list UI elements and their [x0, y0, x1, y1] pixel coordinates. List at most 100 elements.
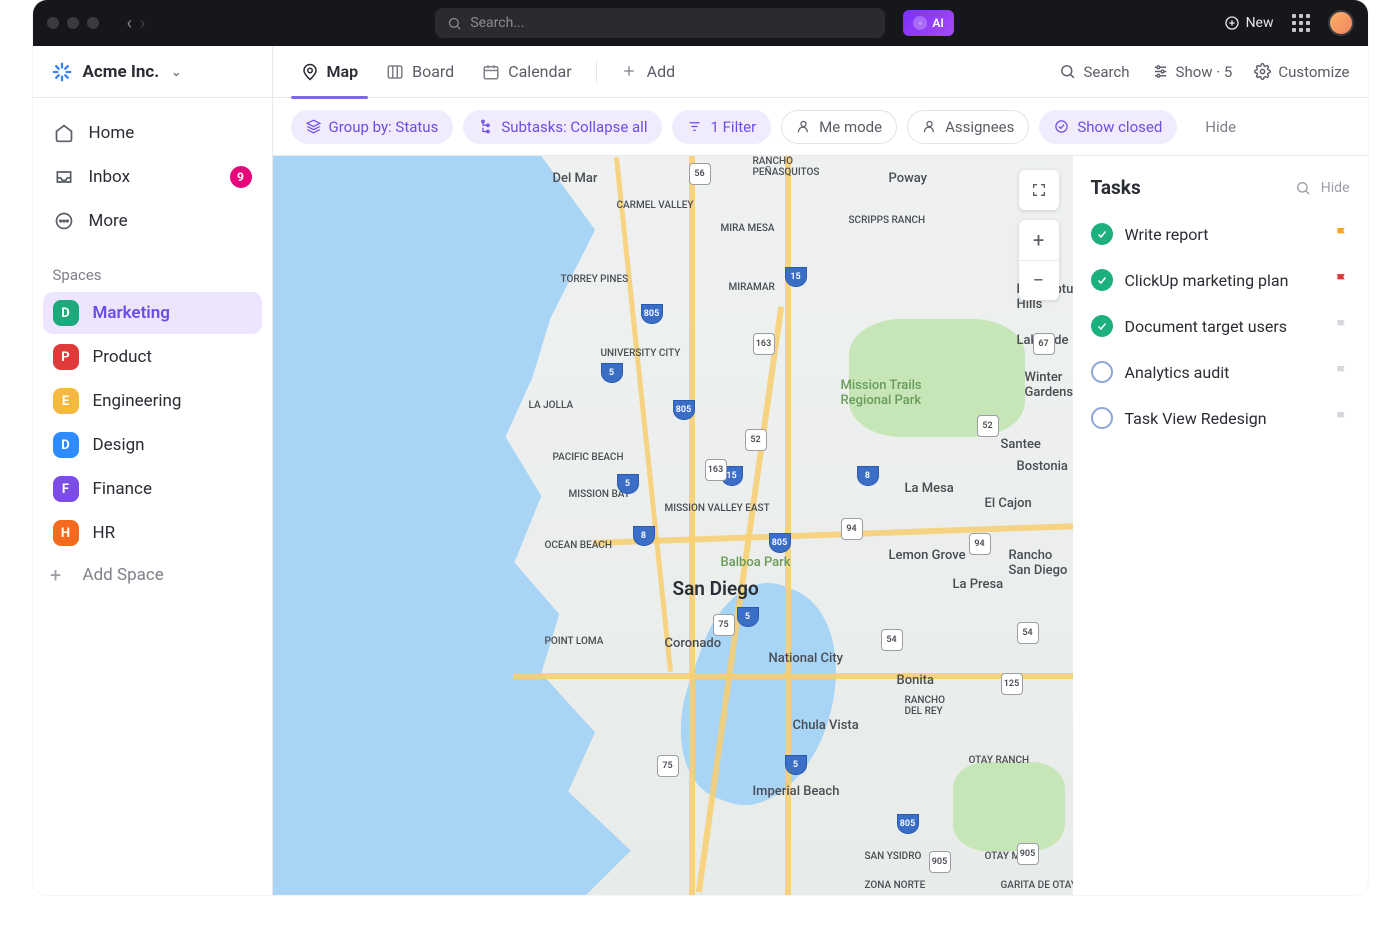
priority-flag-icon[interactable]: [1334, 272, 1350, 288]
priority-flag-icon[interactable]: [1334, 318, 1350, 334]
space-badge: P: [53, 344, 79, 370]
show-closed-chip[interactable]: Show closed: [1039, 110, 1177, 144]
route-shield: 67: [1033, 333, 1055, 355]
route-shield: 52: [977, 415, 999, 437]
gear-icon: [1254, 63, 1271, 80]
user-avatar[interactable]: [1328, 10, 1354, 36]
task-title: Document target users: [1125, 317, 1322, 336]
plus-icon: [621, 63, 639, 81]
city-bonita: Bonita: [897, 673, 934, 688]
space-badge: E: [53, 388, 79, 414]
city-ocean-beach: OCEAN BEACH: [545, 540, 612, 551]
city-rancho-sd: Rancho San Diego: [1009, 548, 1068, 578]
city-el-cajon: El Cajon: [985, 496, 1032, 511]
city-scripps: SCRIPPS RANCH: [849, 215, 926, 226]
sidebar-space-hr[interactable]: HHR: [43, 512, 262, 554]
nav-home[interactable]: Home: [43, 112, 262, 154]
city-point-loma: POINT LOMA: [545, 636, 604, 647]
global-search[interactable]: Search...: [435, 8, 885, 38]
nav-inbox[interactable]: Inbox 9: [43, 156, 262, 198]
sidebar-space-product[interactable]: PProduct: [43, 336, 262, 378]
status-open-icon[interactable]: [1091, 361, 1113, 383]
city-miramar: MIRAMAR: [729, 282, 775, 293]
route-shield: 125: [1001, 673, 1023, 695]
plus-icon: +: [43, 562, 69, 588]
map-canvas[interactable]: San Diego Del Mar Poway LA JOLLA CARMEL …: [273, 156, 1073, 895]
status-done-icon[interactable]: [1091, 269, 1113, 291]
hide-filters[interactable]: Hide: [1205, 118, 1236, 136]
nav-back[interactable]: ‹: [127, 13, 132, 34]
route-shield: 94: [841, 518, 863, 540]
close-dot[interactable]: [47, 17, 59, 29]
add-space-button[interactable]: + Add Space: [33, 554, 272, 596]
route-shield: 163: [753, 333, 775, 355]
status-done-icon[interactable]: [1091, 315, 1113, 337]
task-title: Write report: [1125, 225, 1322, 244]
city-chula-vista: Chula Vista: [793, 718, 859, 733]
inbox-badge: 9: [230, 166, 252, 188]
status-open-icon[interactable]: [1091, 407, 1113, 429]
task-row[interactable]: Write report: [1091, 211, 1350, 257]
new-button[interactable]: New: [1224, 15, 1274, 31]
city-lemon-grove: Lemon Grove: [889, 548, 966, 563]
inbox-icon: [53, 166, 75, 188]
status-done-icon[interactable]: [1091, 223, 1113, 245]
priority-flag-icon[interactable]: [1334, 364, 1350, 380]
workspace-switcher[interactable]: Acme Inc. ⌄: [33, 46, 272, 98]
search-icon[interactable]: [1295, 180, 1311, 196]
tab-board[interactable]: Board: [376, 46, 464, 98]
hwy-shield: 15: [785, 267, 807, 287]
view-show[interactable]: Show · 5: [1152, 63, 1233, 81]
minimize-dot[interactable]: [67, 17, 79, 29]
sidebar-space-design[interactable]: DDesign: [43, 424, 262, 466]
priority-flag-icon[interactable]: [1334, 226, 1350, 242]
sidebar-space-engineering[interactable]: E Engineering: [43, 380, 262, 422]
sidebar-space-finance[interactable]: FFinance: [43, 468, 262, 510]
tab-calendar[interactable]: Calendar: [472, 46, 581, 98]
nav-more[interactable]: More: [43, 200, 262, 242]
zoom-out-button[interactable]: −: [1019, 261, 1059, 301]
hwy-shield: 8: [633, 526, 655, 546]
sidebar-space-marketing[interactable]: DMarketing: [43, 292, 262, 334]
filter-chip[interactable]: 1 Filter: [672, 110, 771, 144]
space-label: Marketing: [93, 303, 170, 323]
task-row[interactable]: Task View Redesign: [1091, 395, 1350, 441]
city-carmel: CARMEL VALLEY: [617, 200, 694, 211]
view-search[interactable]: Search: [1059, 63, 1129, 81]
maximize-dot[interactable]: [87, 17, 99, 29]
ai-button[interactable]: ◦ AI: [903, 10, 953, 36]
city-university: UNIVERSITY CITY: [601, 348, 681, 359]
view-customize[interactable]: Customize: [1254, 63, 1349, 81]
space-label: Engineering: [93, 391, 182, 411]
fullscreen-button[interactable]: [1019, 170, 1059, 210]
search-placeholder: Search...: [470, 15, 524, 31]
zoom-in-button[interactable]: +: [1019, 220, 1059, 261]
hwy-shield: 805: [673, 400, 695, 420]
add-view-button[interactable]: Add: [611, 46, 685, 98]
check-circle-icon: [1054, 119, 1069, 134]
assignees-chip[interactable]: Assignees: [907, 110, 1029, 144]
city-san-ysidro: SAN YSIDRO: [865, 851, 922, 862]
subtask-icon: [478, 119, 493, 134]
more-icon: [53, 210, 75, 232]
route-shield: 75: [713, 614, 735, 636]
nav-forward[interactable]: ›: [140, 13, 145, 34]
tab-map[interactable]: Map: [291, 46, 369, 98]
filter-icon: [687, 119, 702, 134]
city-national-city: National City: [769, 651, 844, 666]
route-shield: 52: [745, 429, 767, 451]
me-mode-chip[interactable]: Me mode: [781, 110, 897, 144]
city-la-presa: La Presa: [953, 577, 1004, 592]
task-row[interactable]: ClickUp marketing plan: [1091, 257, 1350, 303]
priority-flag-icon[interactable]: [1334, 410, 1350, 426]
search-icon: [447, 16, 462, 31]
task-row[interactable]: Document target users: [1091, 303, 1350, 349]
group-by-chip[interactable]: Group by: Status: [291, 110, 454, 144]
hwy-shield: 5: [617, 474, 639, 494]
city-bostonia: Bostonia: [1017, 459, 1068, 474]
task-row[interactable]: Analytics audit: [1091, 349, 1350, 395]
city-la-mesa: La Mesa: [905, 481, 954, 496]
subtasks-chip[interactable]: Subtasks: Collapse all: [463, 110, 662, 144]
hide-tasks[interactable]: Hide: [1321, 180, 1350, 196]
apps-icon[interactable]: [1292, 14, 1310, 32]
